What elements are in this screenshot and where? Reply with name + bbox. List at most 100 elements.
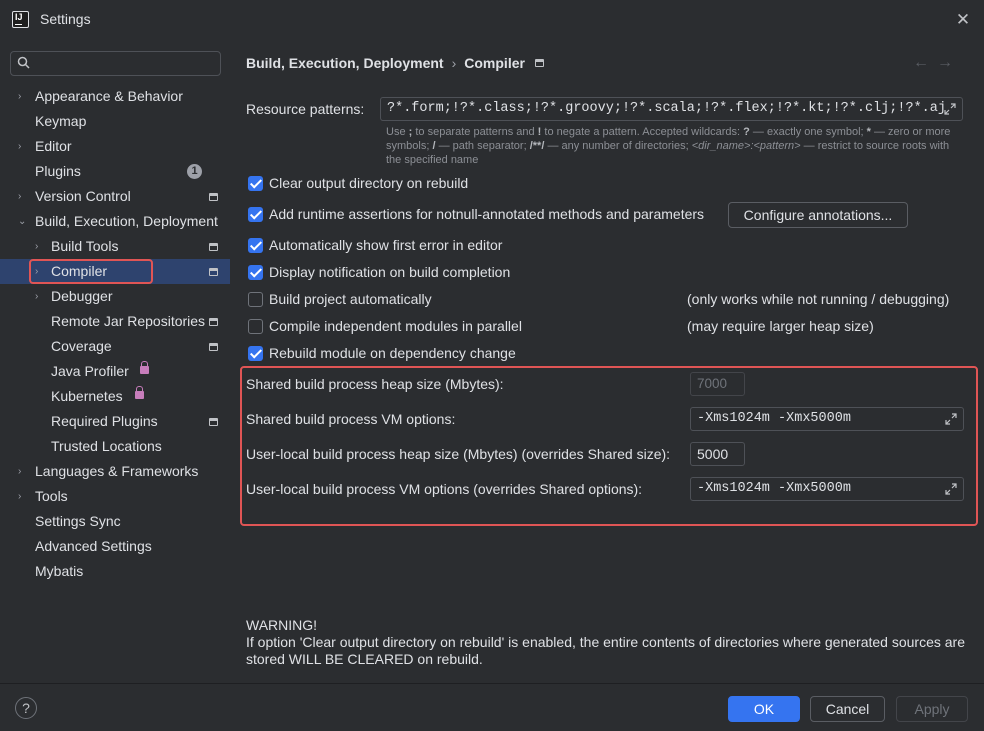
rebuild-dependency-checkbox[interactable] [248,346,263,361]
sidebar-item-java-profiler[interactable]: Java Profiler [0,359,230,384]
sidebar-item-plugins[interactable]: Plugins 1 [0,159,230,184]
compile-parallel-option[interactable]: Compile independent modules in parallel [248,317,648,337]
user-vm-label: User-local build process VM options (ove… [246,481,643,497]
sidebar-item-label: Keymap [35,113,87,129]
user-heap-input[interactable]: 5000 [690,442,745,466]
user-vm-input[interactable]: -Xms1024m -Xmx5000m [690,477,964,501]
build-automatically-option[interactable]: Build project automatically [248,290,648,310]
configure-annotations-button[interactable]: Configure annotations... [728,202,908,228]
search-field[interactable] [10,51,221,76]
apply-button[interactable]: Apply [896,696,968,722]
project-level-icon [209,418,218,426]
rebuild-dependency-option[interactable]: Rebuild module on dependency change [248,344,648,364]
window-title: Settings [40,11,91,27]
sidebar-item-build-tools[interactable]: › Build Tools [0,234,230,259]
sidebar-item-label: Java Profiler [51,363,129,379]
sidebar-item-keymap[interactable]: Keymap [0,109,230,134]
rebuild-dependency-label: Rebuild module on dependency change [269,345,516,361]
build-automatically-note: (only works while not running / debuggin… [687,291,950,307]
clear-output-checkbox[interactable] [248,176,263,191]
runtime-assertions-checkbox[interactable] [248,207,263,222]
compile-parallel-label: Compile independent modules in parallel [269,318,522,334]
user-heap-label: User-local build process heap size (Mbyt… [246,446,671,462]
sidebar-item-debugger[interactable]: › Debugger [0,284,230,309]
sidebar-item-advanced-settings[interactable]: Advanced Settings [0,534,230,559]
chevron-right-icon[interactable]: › [35,284,38,309]
build-automatically-checkbox[interactable] [248,292,263,307]
lock-icon [135,386,144,399]
chevron-right-icon[interactable]: › [18,184,21,209]
compile-parallel-checkbox[interactable] [248,319,263,334]
expand-icon[interactable] [944,482,958,496]
show-first-error-checkbox[interactable] [248,238,263,253]
sidebar-item-label: Coverage [51,338,112,354]
show-first-error-option[interactable]: Automatically show first error in editor [248,236,748,256]
sidebar-item-trusted-locations[interactable]: Trusted Locations [0,434,230,459]
sidebar-item-label: Tools [35,488,68,504]
hint-symbol: ? [743,126,750,138]
clear-output-option[interactable]: Clear output directory on rebuild [248,174,748,194]
breadcrumb: Build, Execution, Deployment › Compiler [246,55,544,71]
search-input[interactable] [41,54,216,73]
display-notification-checkbox[interactable] [248,265,263,280]
sidebar-item-appearance-behavior[interactable]: › Appearance & Behavior [0,84,230,109]
warning-title: WARNING! [246,617,318,633]
project-level-icon [209,318,218,326]
sidebar-item-label: Remote Jar Repositories [51,313,206,329]
shared-vm-label: Shared build process VM options: [246,411,456,427]
breadcrumb-parent[interactable]: Build, Execution, Deployment [246,55,444,71]
sidebar-item-label: Required Plugins [51,413,158,429]
hint-text: — path separator; [435,140,530,152]
warning-text: If option 'Clear output directory on reb… [246,634,965,667]
sidebar-item-remote-jar-repositories[interactable]: Remote Jar Repositories [0,309,230,334]
chevron-right-icon[interactable]: › [18,84,21,109]
sidebar-item-languages-frameworks[interactable]: › Languages & Frameworks [0,459,230,484]
chevron-right-icon[interactable]: › [18,484,21,509]
sidebar-item-version-control[interactable]: › Version Control [0,184,230,209]
back-arrow-icon[interactable]: ← [913,54,929,72]
expand-icon[interactable] [943,102,957,116]
clear-output-label: Clear output directory on rebuild [269,175,469,191]
sidebar-item-label: Debugger [51,288,113,304]
sidebar-item-label: Appearance & Behavior [35,88,183,104]
shared-heap-input[interactable]: 7000 [690,372,745,396]
sidebar-item-label: Settings Sync [35,513,121,529]
sidebar-item-coverage[interactable]: Coverage [0,334,230,359]
runtime-assertions-option[interactable]: Add runtime assertions for notnull-annot… [248,205,748,225]
chevron-down-icon[interactable]: ⌄ [18,209,26,234]
close-icon[interactable]: ✕ [952,9,974,31]
sidebar-item-label: Trusted Locations [51,438,162,454]
dialog-footer: ? OK Cancel Apply [0,683,984,731]
sidebar-item-editor[interactable]: › Editor [0,134,230,159]
project-level-icon [209,343,218,351]
hint-text: to negate a pattern. Accepted wildcards: [541,126,744,138]
sidebar-item-build-execution-deployment[interactable]: ⌄ Build, Execution, Deployment [0,209,230,234]
hint-text: Use [386,126,409,138]
sidebar-item-label: Kubernetes [51,388,123,404]
search-icon [17,56,30,69]
display-notification-option[interactable]: Display notification on build completion [248,263,748,283]
compiler-settings-panel: Build, Execution, Deployment › Compiler ← … [230,40,984,683]
resource-patterns-input[interactable]: ?*.form;!?*.class;!?*.groovy;!?*.scala;!… [380,97,963,121]
chevron-right-icon[interactable]: › [18,459,21,484]
sidebar-item-label: Version Control [35,188,131,204]
project-level-icon [209,243,218,251]
chevron-right-icon[interactable]: › [18,134,21,159]
help-icon[interactable]: ? [15,697,37,719]
ok-button[interactable]: OK [728,696,800,722]
shared-vm-input[interactable]: -Xms1024m -Xmx5000m [690,407,964,431]
build-automatically-label: Build project automatically [269,291,432,307]
chevron-right-icon[interactable]: › [35,234,38,259]
cancel-button[interactable]: Cancel [810,696,885,722]
compiler-highlight-box [29,259,153,284]
expand-icon[interactable] [944,412,958,426]
sidebar-item-settings-sync[interactable]: Settings Sync [0,509,230,534]
sidebar-item-required-plugins[interactable]: Required Plugins [0,409,230,434]
forward-arrow-icon[interactable]: → [937,54,953,72]
sidebar-item-kubernetes[interactable]: Kubernetes [0,384,230,409]
sidebar-item-mybatis[interactable]: Mybatis [0,559,230,584]
sidebar-item-label: Build Tools [51,238,119,254]
sidebar-item-label: Mybatis [35,563,84,579]
sidebar-item-tools[interactable]: › Tools [0,484,230,509]
project-level-icon [209,268,218,276]
